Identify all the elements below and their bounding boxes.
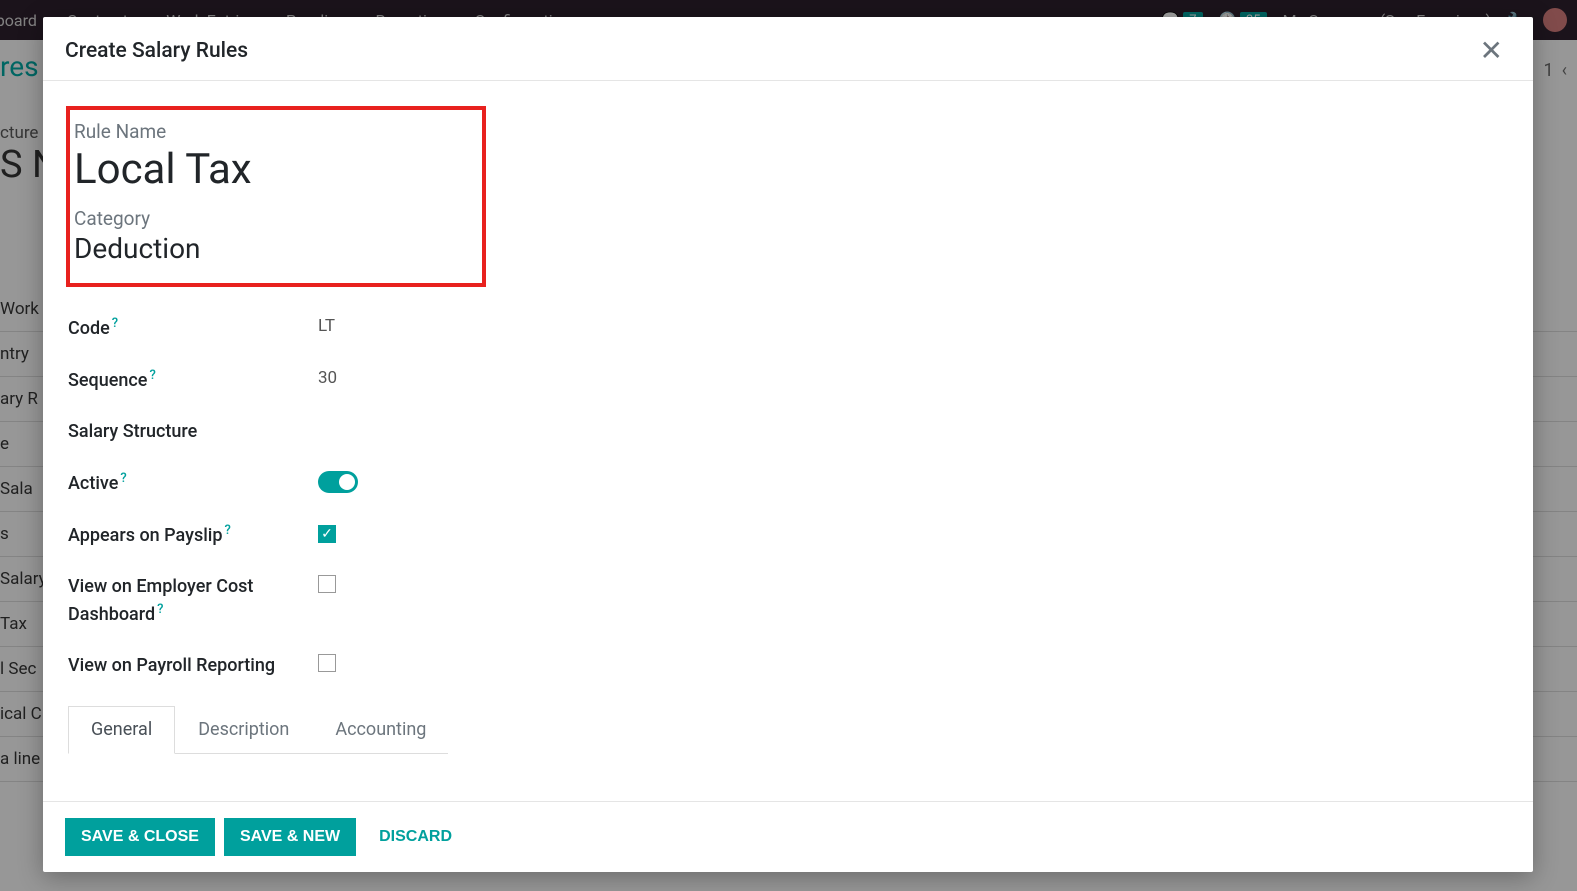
help-icon[interactable]: ?	[120, 471, 126, 486]
help-icon[interactable]: ?	[157, 602, 163, 617]
modal-title: Create Salary Rules	[65, 39, 248, 63]
rule-name-input[interactable]: Local Tax	[74, 145, 472, 195]
sequence-input[interactable]: 30	[318, 366, 337, 388]
code-label: Code?	[68, 314, 318, 342]
code-input[interactable]: LT	[318, 314, 335, 336]
tab-general[interactable]: General	[68, 706, 175, 754]
save-new-button[interactable]: SAVE & NEW	[224, 818, 356, 856]
form-fields: Code? LT Sequence? 30 Salary Structure A…	[68, 302, 708, 691]
create-salary-rules-modal: Create Salary Rules ✕ Rule Name Local Ta…	[43, 17, 1533, 872]
modal-overlay: Create Salary Rules ✕ Rule Name Local Ta…	[0, 0, 1577, 891]
payroll-reporting-checkbox[interactable]	[318, 654, 336, 672]
save-close-button[interactable]: SAVE & CLOSE	[65, 818, 215, 856]
active-toggle[interactable]	[318, 471, 358, 493]
rule-name-label: Rule Name	[74, 120, 472, 143]
category-input[interactable]: Deduction	[74, 232, 472, 265]
modal-body: Rule Name Local Tax Category Deduction C…	[43, 81, 1533, 801]
help-icon[interactable]: ?	[149, 368, 155, 383]
tab-accounting[interactable]: Accounting	[312, 706, 449, 753]
category-label: Category	[74, 207, 472, 230]
employer-cost-checkbox[interactable]	[318, 575, 336, 593]
active-label: Active?	[68, 469, 318, 497]
salary-structure-label: Salary Structure	[68, 418, 318, 445]
discard-button[interactable]: DISCARD	[365, 818, 466, 856]
appears-on-payslip-label: Appears on Payslip?	[68, 521, 318, 549]
modal-header: Create Salary Rules ✕	[43, 17, 1533, 81]
help-icon[interactable]: ?	[112, 316, 118, 331]
help-icon[interactable]: ?	[225, 523, 231, 538]
payroll-reporting-label: View on Payroll Reporting	[68, 652, 318, 679]
tabs: General Description Accounting	[68, 706, 448, 754]
employer-cost-label: View on Employer Cost Dashboard?	[68, 573, 318, 628]
close-icon[interactable]: ✕	[1475, 37, 1508, 65]
sequence-label: Sequence?	[68, 366, 318, 394]
appears-on-payslip-checkbox[interactable]: ✓	[318, 525, 336, 543]
tab-description[interactable]: Description	[175, 706, 312, 753]
modal-footer: SAVE & CLOSE SAVE & NEW DISCARD	[43, 801, 1533, 872]
highlighted-fields: Rule Name Local Tax Category Deduction	[66, 106, 486, 287]
